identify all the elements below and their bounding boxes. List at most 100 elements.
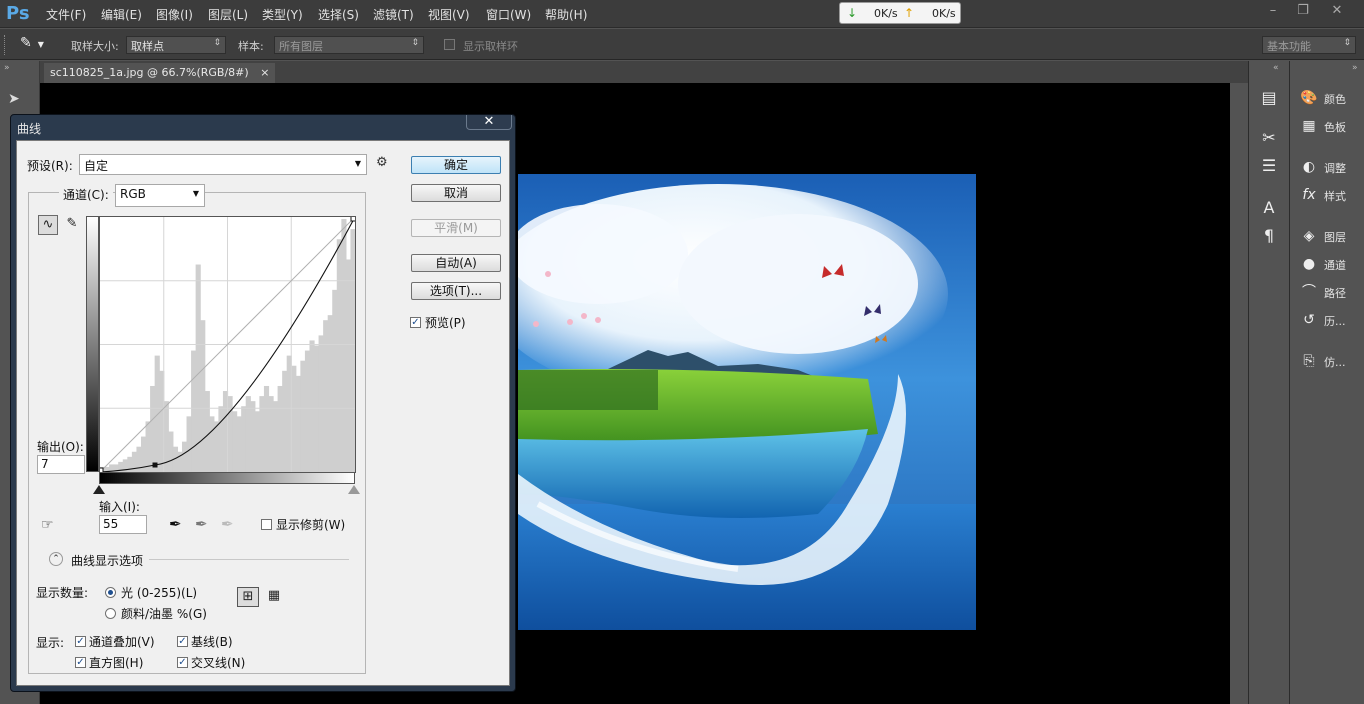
panel-color[interactable]: 🎨 颜色 — [1298, 86, 1362, 110]
dialog-close-button[interactable]: ✕ — [466, 115, 512, 130]
updown-icon: ⇕ — [213, 38, 221, 48]
menu-select[interactable]: 选择(S) — [318, 6, 359, 23]
expand-icon[interactable]: » — [1352, 63, 1358, 73]
auto-button[interactable]: 自动(A) — [411, 254, 501, 272]
close-button[interactable]: ✕ — [1322, 2, 1352, 20]
ok-button[interactable]: 确定 — [411, 156, 501, 174]
histogram-bar — [191, 350, 197, 472]
sample-size-select[interactable]: 取样点 ⇕ — [126, 36, 226, 54]
curve-point-tool-button[interactable]: ∿ — [38, 215, 58, 235]
preview-label: 预览(P) — [425, 316, 466, 330]
brush-presets-icon[interactable]: ✂ — [1258, 127, 1280, 149]
minimize-button[interactable]: – — [1258, 2, 1288, 20]
intersection-checkbox[interactable]: ✓ — [177, 657, 188, 668]
document-tab[interactable]: sc110825_1a.jpg @ 66.7%(RGB/8#) × — [44, 63, 276, 83]
histogram-bar — [291, 365, 297, 472]
histogram-bar — [145, 421, 151, 472]
options-button[interactable]: 选项(T)... — [411, 282, 501, 300]
curve-endpoint-black — [97, 467, 104, 474]
histogram-bar — [209, 416, 215, 472]
menu-help[interactable]: 帮助(H) — [545, 6, 587, 23]
collapse-chevron-icon[interactable]: ⌃ — [49, 552, 63, 566]
histogram-bar — [345, 259, 352, 472]
pencil-tool-button[interactable]: ✎ — [62, 215, 82, 235]
histogram-checkbox[interactable]: ✓ — [75, 657, 86, 668]
histogram-bar — [336, 239, 342, 472]
show-amount-label: 显示数量: — [36, 586, 89, 600]
channel-overlays-checkbox[interactable]: ✓ — [75, 636, 86, 647]
eyedropper-tool-preset[interactable]: ✎ ▼ — [20, 35, 56, 55]
gray-eyedropper-icon[interactable]: ✒ — [195, 515, 208, 533]
histogram-bar — [277, 385, 283, 472]
workspace-select[interactable]: 基本功能 ⇕ — [1262, 36, 1356, 54]
canvas-scroll-gutter — [1230, 83, 1248, 704]
info-panel-icon[interactable]: ▤ — [1258, 87, 1280, 109]
grid-coarse-icon: ⊞ — [242, 589, 254, 604]
panel-channels[interactable]: ● 通道 — [1298, 252, 1362, 276]
display-options-heading: 曲线显示选项 — [71, 554, 144, 568]
sample-select[interactable]: 所有图层 ⇕ — [274, 36, 424, 54]
output-field[interactable]: 7 — [37, 455, 85, 474]
preset-label: 预设(R): — [27, 159, 73, 173]
preset-value: 自定 — [84, 159, 109, 173]
channel-select[interactable]: RGB ▼ — [115, 184, 205, 207]
preset-options-gear-icon[interactable]: ⚙ — [376, 155, 388, 170]
move-tool-icon[interactable]: ➤ — [8, 91, 20, 107]
preset-select[interactable]: 自定 ▼ — [79, 154, 367, 175]
show-ring-checkbox[interactable] — [444, 39, 455, 50]
intersection-label: 交叉线(N) — [191, 656, 246, 670]
collapse-icon[interactable]: » — [4, 63, 10, 73]
histogram-bar — [327, 315, 333, 472]
panel-clone-source[interactable]: ⎘ 仿... — [1298, 349, 1362, 373]
white-point-slider[interactable] — [348, 485, 360, 494]
histogram-bar — [341, 219, 347, 472]
cancel-button[interactable]: 取消 — [411, 184, 501, 202]
collapse-icon[interactable]: « — [1273, 63, 1279, 73]
panel-history[interactable]: ↺ 历... — [1298, 308, 1362, 332]
menu-window[interactable]: 窗口(W) — [486, 6, 531, 23]
panel-swatches[interactable]: ▦ 色板 — [1298, 114, 1362, 138]
grid-10x10-button[interactable]: ▦ — [263, 587, 285, 607]
panel-paths[interactable]: ⌒ 路径 — [1298, 280, 1362, 304]
eyedropper-icon: ✎ — [20, 35, 32, 51]
panel-styles[interactable]: fx 样式 — [1298, 183, 1362, 207]
channels-icon: ● — [1302, 256, 1316, 272]
chevron-down-icon: ▼ — [37, 40, 44, 49]
light-radio[interactable] — [105, 587, 116, 598]
panel-adjustments[interactable]: ◐ 调整 — [1298, 155, 1362, 179]
document-image[interactable] — [518, 174, 976, 630]
properties-icon[interactable]: ☰ — [1258, 155, 1280, 177]
light-label: 光 (0-255)(L) — [121, 586, 198, 600]
black-point-slider[interactable] — [93, 485, 105, 494]
on-image-adjust-hand-icon[interactable]: ☞ — [41, 517, 54, 533]
menu-edit[interactable]: 编辑(E) — [101, 6, 142, 23]
histogram-bar — [200, 320, 206, 472]
baseline-checkbox[interactable]: ✓ — [177, 636, 188, 647]
smooth-button[interactable]: 平滑(M) — [411, 219, 501, 237]
paragraph-icon[interactable]: ¶ — [1258, 225, 1280, 247]
black-eyedropper-icon[interactable]: ✒ — [169, 515, 182, 533]
curves-plot[interactable] — [97, 215, 357, 474]
panel-layers[interactable]: ◈ 图层 — [1298, 224, 1362, 248]
sample-size-label: 取样大小: — [71, 40, 119, 53]
menu-file[interactable]: 文件(F) — [46, 6, 86, 23]
input-field[interactable]: 55 — [99, 515, 147, 534]
panel-dock: » 🎨 颜色 ▦ 色板 ◐ 调整 fx 样式 ◈ 图层 ● 通道 ⌒ 路径 ↺ 历... ⎘ 仿.… — [1289, 61, 1364, 704]
grid-4x4-button[interactable]: ⊞ — [237, 587, 259, 607]
section-divider — [149, 559, 349, 560]
curves-graph[interactable] — [97, 215, 357, 474]
menu-layer[interactable]: 图层(L) — [208, 6, 248, 23]
tab-close-icon[interactable]: × — [260, 66, 269, 79]
preview-checkbox[interactable]: ✓ — [410, 317, 421, 328]
menu-type[interactable]: 类型(Y) — [262, 6, 303, 23]
menu-image[interactable]: 图像(I) — [156, 6, 193, 23]
pigment-radio[interactable] — [105, 608, 116, 619]
character-icon[interactable]: A — [1258, 197, 1280, 219]
restore-button[interactable]: ❐ — [1288, 2, 1318, 20]
show-clipping-checkbox[interactable] — [261, 519, 272, 530]
white-eyedropper-icon[interactable]: ✒ — [221, 515, 234, 533]
output-gradient-bar — [86, 216, 99, 472]
curve-icon: ∿ — [42, 217, 54, 232]
menu-view[interactable]: 视图(V) — [428, 6, 470, 23]
menu-filter[interactable]: 滤镜(T) — [373, 6, 414, 23]
